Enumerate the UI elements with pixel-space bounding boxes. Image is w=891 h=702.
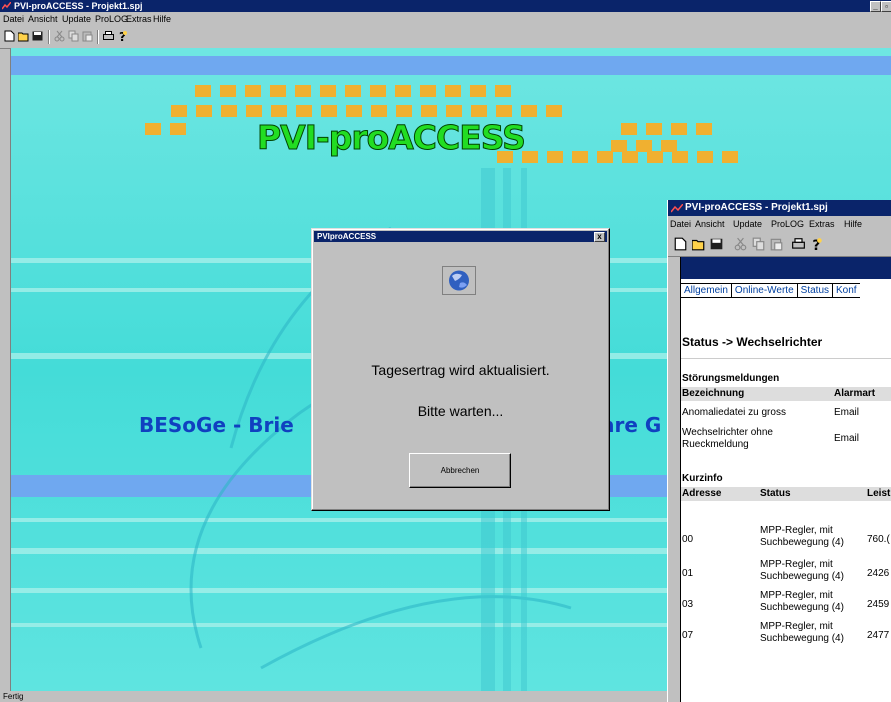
menu-hilfe[interactable]: Hilfe — [153, 14, 171, 24]
table-row: Wechselrichter ohne Rueckmeldung Email — [682, 427, 860, 450]
menu-prolog[interactable]: ProLOG — [771, 219, 804, 229]
page-title: Status -> Wechselrichter — [682, 335, 823, 349]
table-row: 00 MPP-Regler, mit Suchbewegung (4) 760.… — [682, 525, 890, 548]
col-alarmart: Alarmart — [834, 388, 876, 399]
page-header-band — [681, 257, 891, 279]
dialog-message: Tagesertrag wird aktualisiert. — [371, 362, 550, 378]
tab-konfiguration[interactable]: Konf — [832, 283, 860, 298]
new-file-icon[interactable] — [4, 30, 15, 42]
maximize-button[interactable]: ▫ — [881, 1, 891, 12]
menu-datei[interactable]: Datei — [3, 14, 24, 24]
tab-online-werte[interactable]: Online-Werte — [730, 283, 797, 298]
tab-status[interactable]: Status — [796, 283, 833, 298]
menu-prolog[interactable]: ProLOG — [95, 14, 128, 24]
second-toolbar: ? — [668, 232, 891, 257]
app-icon — [671, 204, 683, 213]
col-adresse: Adresse — [682, 488, 722, 499]
menu-hilfe[interactable]: Hilfe — [844, 219, 862, 229]
new-file-icon[interactable] — [674, 237, 687, 251]
print-icon[interactable] — [103, 30, 114, 42]
table-row: 07 MPP-Regler, mit Suchbewegung (4) 2477 — [682, 621, 890, 644]
col-status: Status — [760, 488, 791, 499]
dialog-title-bar[interactable]: PVIproACCESS x — [314, 231, 607, 242]
print-icon[interactable] — [792, 237, 805, 251]
close-icon: x — [597, 232, 602, 241]
table-row: 01 MPP-Regler, mit Suchbewegung (4) 2426 — [682, 559, 890, 582]
dialog-close-button[interactable]: x — [594, 232, 605, 242]
banner-logo: PVI-proACCESS — [257, 118, 527, 158]
app-icon — [2, 2, 11, 10]
open-folder-icon[interactable] — [692, 237, 705, 251]
faults-title: Störungsmeldungen — [682, 373, 780, 384]
tab-bar: Allgemein Online-Werte Status Konf — [681, 283, 860, 299]
menu-datei[interactable]: Datei — [670, 219, 691, 229]
main-window-title: PVI-proACCESS - Projekt1.spj — [14, 1, 143, 11]
table-row: 03 MPP-Regler, mit Suchbewegung (4) 2459 — [682, 590, 890, 613]
tab-allgemein[interactable]: Allgemein — [681, 283, 731, 298]
cancel-button[interactable]: Abbrechen — [409, 453, 511, 488]
faults-header: Bezeichnung Alarmart — [681, 387, 891, 401]
copy-icon[interactable] — [752, 237, 765, 251]
help-icon[interactable]: ? — [810, 237, 823, 251]
second-window[interactable]: PVI-proACCESS - Projekt1.spj Datei Ansic… — [667, 200, 891, 702]
menu-ansicht[interactable]: Ansicht — [28, 14, 58, 24]
kurzinfo-title: Kurzinfo — [682, 473, 723, 484]
menu-update[interactable]: Update — [733, 219, 762, 229]
dialog-title: PVIproACCESS — [317, 232, 377, 241]
cut-icon[interactable] — [734, 237, 747, 251]
dialog-wait-text: Bitte warten... — [417, 403, 504, 419]
menu-extras[interactable]: Extras — [809, 219, 835, 229]
main-menu-bar: Datei Ansicht Update ProLOG Extras Hilfe — [0, 12, 891, 26]
kurzinfo-header: Adresse Status Leist — [681, 487, 891, 501]
col-leistung: Leist — [867, 488, 891, 499]
subtitle-right: are G — [601, 413, 662, 437]
table-row: Anomaliedatei zu gross Email — [682, 407, 860, 418]
second-menu-bar: Datei Ansicht Update ProLOG Extras Hilfe — [668, 216, 891, 232]
subtitle-left: BESoGe - Brie — [139, 413, 294, 437]
progress-dialog: PVIproACCESS x Tagesertrag wird aktualis… — [311, 228, 610, 511]
menu-update[interactable]: Update — [62, 14, 91, 24]
help-icon[interactable]: ? — [117, 30, 128, 42]
main-toolbar: ? — [0, 26, 891, 49]
status-text: Fertig — [3, 692, 24, 701]
status-page: Allgemein Online-Werte Status Konf Status -… — [680, 257, 891, 702]
save-icon[interactable] — [710, 237, 723, 251]
menu-ansicht[interactable]: Ansicht — [695, 219, 725, 229]
main-title-bar[interactable]: PVI-proACCESS - Projekt1.spj _ ▫ — [0, 0, 891, 12]
globe-icon — [442, 266, 476, 295]
open-folder-icon[interactable] — [18, 30, 29, 42]
second-window-title: PVI-proACCESS - Projekt1.spj — [685, 202, 828, 213]
minimize-button[interactable]: _ — [870, 1, 881, 12]
save-icon[interactable] — [32, 30, 43, 42]
copy-icon[interactable] — [68, 30, 79, 42]
paste-icon[interactable] — [82, 30, 93, 42]
second-window-title-bar[interactable]: PVI-proACCESS - Projekt1.spj — [668, 200, 891, 216]
menu-extras[interactable]: Extras — [126, 14, 152, 24]
paste-icon[interactable] — [770, 237, 783, 251]
cut-icon[interactable] — [54, 30, 65, 42]
col-bezeichnung: Bezeichnung — [682, 388, 745, 399]
